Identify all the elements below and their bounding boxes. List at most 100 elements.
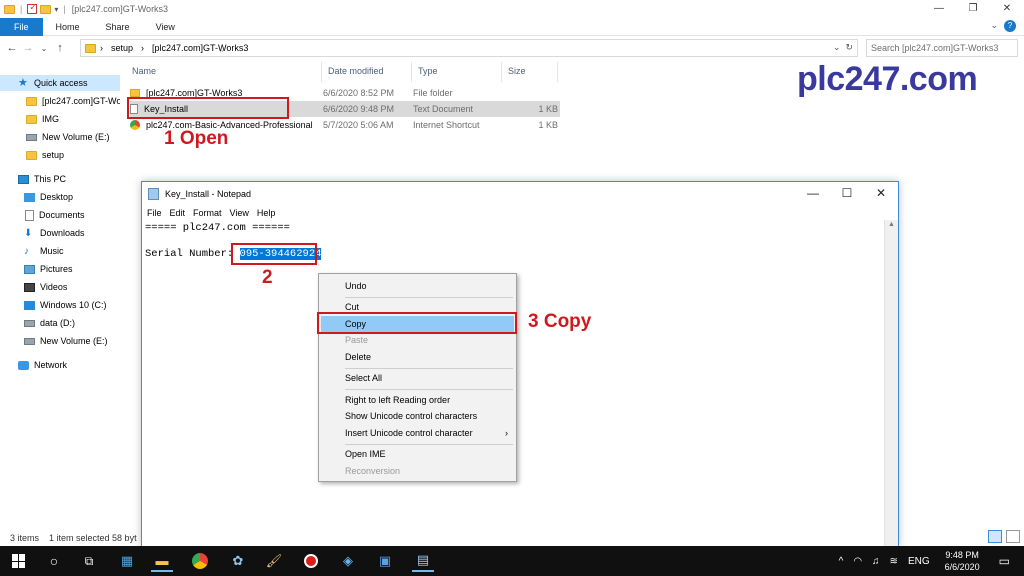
nav-item-network[interactable]: Network xyxy=(0,357,120,373)
nav-item-setup[interactable]: setup xyxy=(0,147,120,163)
windows-logo-icon xyxy=(12,554,26,568)
menu-file[interactable]: File xyxy=(147,208,162,218)
nav-item-videos[interactable]: Videos xyxy=(0,279,120,295)
address-bar[interactable]: › setup › [plc247.com]GT-Works3 ⌄ ↻ xyxy=(80,39,858,57)
up-arrow-icon[interactable]: ↑ xyxy=(52,42,68,54)
scroll-up-icon[interactable]: ▲ xyxy=(885,220,898,230)
nav-item-downloads[interactable]: ⬇ Downloads xyxy=(0,225,120,241)
maximize-button[interactable]: ❐ xyxy=(956,0,990,18)
menu-edit[interactable]: Edit xyxy=(170,208,186,218)
menu-item-select-all[interactable]: Select All xyxy=(321,370,514,386)
column-header-name[interactable]: Name xyxy=(126,62,322,82)
wifi-icon[interactable]: ◠ xyxy=(853,556,862,567)
menu-view[interactable]: View xyxy=(230,208,249,218)
column-header-size[interactable]: Size xyxy=(502,62,558,82)
search-input[interactable]: Search [plc247.com]GT-Works3 xyxy=(866,39,1018,57)
menu-item-delete[interactable]: Delete xyxy=(321,349,514,365)
tab-share[interactable]: Share xyxy=(93,18,143,36)
expand-ribbon-icon[interactable]: ⌄ xyxy=(990,20,998,31)
show-hidden-icons-icon[interactable]: ^ xyxy=(839,556,844,567)
help-icon[interactable]: ? xyxy=(1004,20,1016,32)
serial-label: Serial Number: xyxy=(145,248,240,260)
nav-item-gt-works-folder[interactable]: [plc247.com]GT-Wo xyxy=(0,93,120,109)
breadcrumb-current-folder[interactable]: [plc247.com]GT-Works3 xyxy=(152,43,248,53)
nav-item-this-pc[interactable]: This PC xyxy=(0,171,120,187)
folder-icon xyxy=(26,114,37,124)
nav-item-new-volume-e[interactable]: New Volume (E:) xyxy=(0,129,120,145)
nav-item-pictures[interactable]: Pictures xyxy=(0,261,120,277)
app-icon[interactable]: ◈ xyxy=(337,550,359,572)
notepad-line-1[interactable]: ===== plc247.com ====== xyxy=(145,222,290,235)
drive-icon xyxy=(24,319,35,327)
start-button[interactable] xyxy=(8,550,30,572)
notepad-close-button[interactable]: ✕ xyxy=(864,182,898,204)
properties-icon[interactable] xyxy=(27,2,38,14)
notification-center-icon[interactable]: ▭ xyxy=(999,554,1010,568)
nav-item-img[interactable]: IMG xyxy=(0,111,120,127)
app-icon[interactable]: ▣ xyxy=(374,550,396,572)
menu-item-insert-unicode[interactable]: Insert Unicode control character › xyxy=(321,425,514,441)
nav-item-data-d[interactable]: data (D:) xyxy=(0,315,120,331)
nav-item-new-volume-e-pc[interactable]: New Volume (E:) xyxy=(0,333,120,349)
nav-item-quick-access[interactable]: ★ Quick access xyxy=(0,75,120,91)
menu-item-show-unicode[interactable]: Show Unicode control characters xyxy=(321,408,514,424)
selection-info: 1 item selected 58 byt xyxy=(49,533,137,543)
recent-locations-icon[interactable]: ⌄ xyxy=(36,44,52,53)
notepad-window: Key_Install - Notepad — ☐ ✕ File Edit Fo… xyxy=(141,181,899,547)
folder-icon xyxy=(26,150,37,160)
notepad-scrollbar[interactable]: ▲ xyxy=(884,220,898,546)
network-status-icon[interactable]: ≋ xyxy=(890,556,898,567)
search-icon[interactable]: ○ xyxy=(43,550,65,572)
address-row: ← → ⌄ ↑ › setup › [plc247.com]GT-Works3 … xyxy=(0,37,1024,59)
close-button[interactable]: ✕ xyxy=(990,0,1024,18)
highlight-box-key-install xyxy=(127,97,289,119)
breadcrumb-setup[interactable]: setup xyxy=(111,43,133,53)
file-explorer-icon[interactable]: ▬ xyxy=(151,550,173,572)
item-count: 3 items xyxy=(10,533,40,543)
windows-drive-icon xyxy=(24,300,35,310)
menu-item-rtl-reading-order[interactable]: Right to left Reading order xyxy=(321,392,514,408)
folder-icon xyxy=(4,4,15,14)
language-indicator[interactable]: ENG xyxy=(908,556,930,567)
menu-help[interactable]: Help xyxy=(257,208,276,218)
nav-item-music[interactable]: ♪ Music xyxy=(0,243,120,259)
paint-icon[interactable]: 🖌 xyxy=(263,550,285,572)
minimize-button[interactable]: — xyxy=(922,0,956,18)
menu-item-reconversion[interactable]: Reconversion xyxy=(321,463,514,479)
taskbar: ○ ⧉ ▦ ▬ ✿ 🖌 ◈ ▣ ▤ ^ ◠ ♫ ≋ ENG 9:48 PM 6/… xyxy=(0,546,1024,576)
column-header-date[interactable]: Date modified xyxy=(322,62,412,82)
menu-item-open-ime[interactable]: Open IME xyxy=(321,446,514,462)
back-arrow-icon[interactable]: ← xyxy=(4,42,20,54)
refresh-icon[interactable]: ⌄ ↻ xyxy=(833,42,853,53)
menu-format[interactable]: Format xyxy=(193,208,222,218)
menu-item-paste[interactable]: Paste xyxy=(321,332,514,348)
notepad-taskbar-icon[interactable]: ▤ xyxy=(412,550,434,572)
menu-item-undo[interactable]: Undo xyxy=(321,278,514,294)
quick-access-toolbar-dropdown-icon[interactable]: ▾ xyxy=(54,5,58,14)
notepad-minimize-button[interactable]: — xyxy=(796,182,830,204)
chrome-shortcut-icon xyxy=(130,120,140,130)
sort-indicator-icon: ^ xyxy=(220,50,224,57)
annotation-step-3: 3 Copy xyxy=(528,311,592,332)
context-menu: Undo Cut Copy Paste Delete Select All Ri… xyxy=(318,273,517,482)
app-icon[interactable]: ✿ xyxy=(227,550,249,572)
details-view-icon[interactable] xyxy=(988,530,1002,543)
nav-item-documents[interactable]: Documents xyxy=(0,207,120,223)
tab-home[interactable]: Home xyxy=(43,18,93,36)
clock[interactable]: 9:48 PM 6/6/2020 xyxy=(945,549,980,573)
nav-item-windows-c[interactable]: Windows 10 (C:) xyxy=(0,297,120,313)
forward-arrow-icon[interactable]: → xyxy=(20,42,36,54)
notepad-maximize-button[interactable]: ☐ xyxy=(830,182,864,204)
record-icon[interactable] xyxy=(300,550,322,572)
task-view-icon[interactable]: ⧉ xyxy=(78,550,100,572)
pinned-app-icon[interactable]: ▦ xyxy=(116,550,138,572)
folder-icon xyxy=(26,96,37,106)
chrome-icon[interactable] xyxy=(189,550,211,572)
tab-file[interactable]: File xyxy=(0,17,43,36)
tab-view[interactable]: View xyxy=(143,18,188,36)
nav-item-desktop[interactable]: Desktop xyxy=(0,189,120,205)
new-folder-icon[interactable] xyxy=(40,4,52,14)
column-header-type[interactable]: Type xyxy=(412,62,502,82)
volume-icon[interactable]: ♫ xyxy=(872,556,880,567)
large-icons-view-icon[interactable] xyxy=(1006,530,1020,543)
